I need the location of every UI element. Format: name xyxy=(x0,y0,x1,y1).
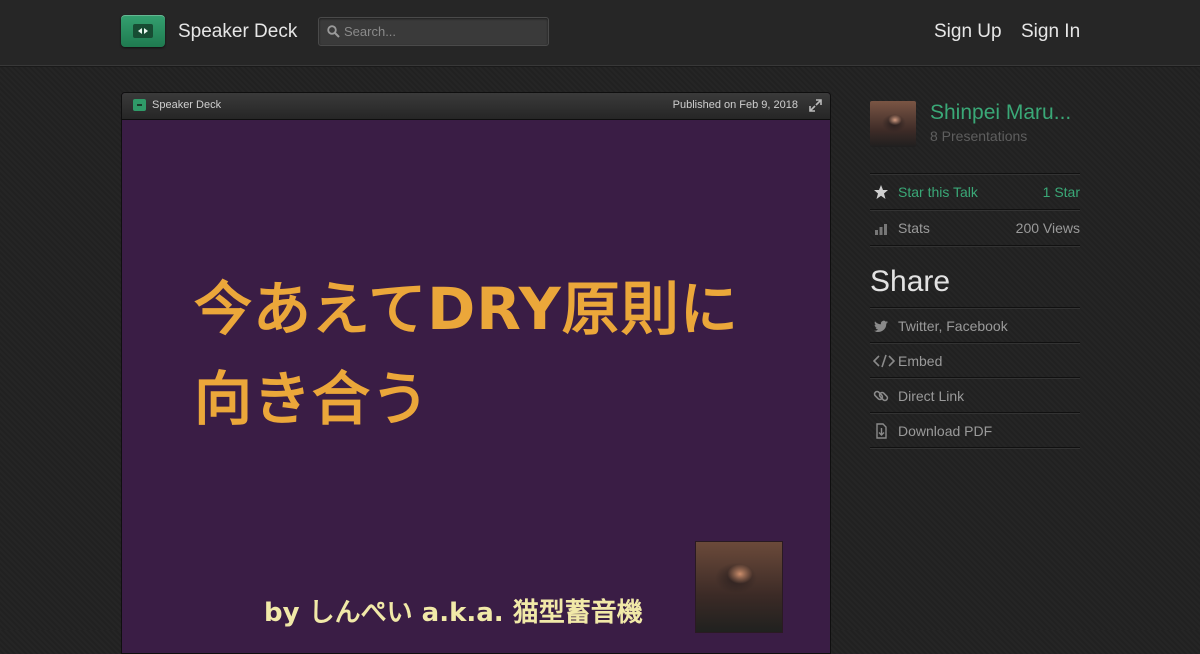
player-brand[interactable]: Speaker Deck xyxy=(152,99,221,111)
share-item-label[interactable]: Embed xyxy=(898,353,942,369)
star-count[interactable]: 1 Star xyxy=(1043,184,1080,200)
sign-up-link[interactable]: Sign Up xyxy=(934,21,1002,43)
stats-label[interactable]: Stats xyxy=(898,220,930,236)
share-item-label[interactable]: Download PDF xyxy=(898,423,992,439)
stats-row[interactable]: Stats 200 Views xyxy=(870,209,1080,245)
link-icon xyxy=(873,390,889,402)
twitter-icon xyxy=(874,320,888,332)
star-talk-row[interactable]: Star this Talk 1 Star xyxy=(870,173,1080,209)
star-this-talk-label[interactable]: Star this Talk xyxy=(898,184,978,200)
share-item-label[interactable]: Direct Link xyxy=(898,388,964,404)
speaker-deck-logo[interactable] xyxy=(121,15,165,47)
slide-title-line-2: 向き合う xyxy=(194,365,431,433)
share-item-label[interactable]: Twitter, Facebook xyxy=(898,318,1008,334)
logo-icon xyxy=(133,24,153,38)
slide-title: 今あえてDRY原則に 向き合う xyxy=(194,264,784,444)
share-direct-link[interactable]: Direct Link xyxy=(870,377,1080,413)
search-input[interactable] xyxy=(344,18,544,45)
search-box[interactable] xyxy=(318,17,549,46)
author-name[interactable]: Shinpei Maru... xyxy=(930,101,1080,125)
star-icon xyxy=(874,185,888,199)
fullscreen-icon[interactable] xyxy=(809,99,822,112)
published-date: Published on Feb 9, 2018 xyxy=(672,99,798,111)
bar-chart-icon xyxy=(875,224,887,235)
slide[interactable]: 今あえてDRY原則に 向き合う by しんぺい a.k.a. 猫型蓄音機 xyxy=(122,120,830,653)
divider xyxy=(870,245,1080,246)
speaker-deck-mini-icon xyxy=(133,99,146,111)
share-twitter-facebook[interactable]: Twitter, Facebook xyxy=(870,307,1080,343)
player-header: Speaker Deck Published on Feb 9, 2018 xyxy=(122,93,830,120)
view-count: 200 Views xyxy=(1015,220,1080,236)
brand-name[interactable]: Speaker Deck xyxy=(178,21,297,43)
presentation-count[interactable]: 8 Presentations xyxy=(930,128,1027,144)
share-heading: Share xyxy=(870,265,951,298)
slide-author-line: by しんぺい a.k.a. 猫型蓄音機 xyxy=(264,598,643,628)
slide-player[interactable]: Speaker Deck Published on Feb 9, 2018 今あ… xyxy=(121,92,831,654)
sign-in-link[interactable]: Sign In xyxy=(1021,21,1080,43)
share-embed[interactable]: Embed xyxy=(870,342,1080,378)
search-icon xyxy=(327,25,340,38)
slide-author-photo xyxy=(695,541,783,633)
download-icon xyxy=(876,423,887,439)
avatar[interactable] xyxy=(870,101,916,147)
slide-title-line-1: 今あえてDRY原則に xyxy=(194,275,739,343)
code-icon xyxy=(873,354,895,368)
divider xyxy=(870,447,1080,448)
share-download-pdf[interactable]: Download PDF xyxy=(870,412,1080,448)
top-bar: Speaker Deck Sign Up Sign In xyxy=(0,0,1200,66)
